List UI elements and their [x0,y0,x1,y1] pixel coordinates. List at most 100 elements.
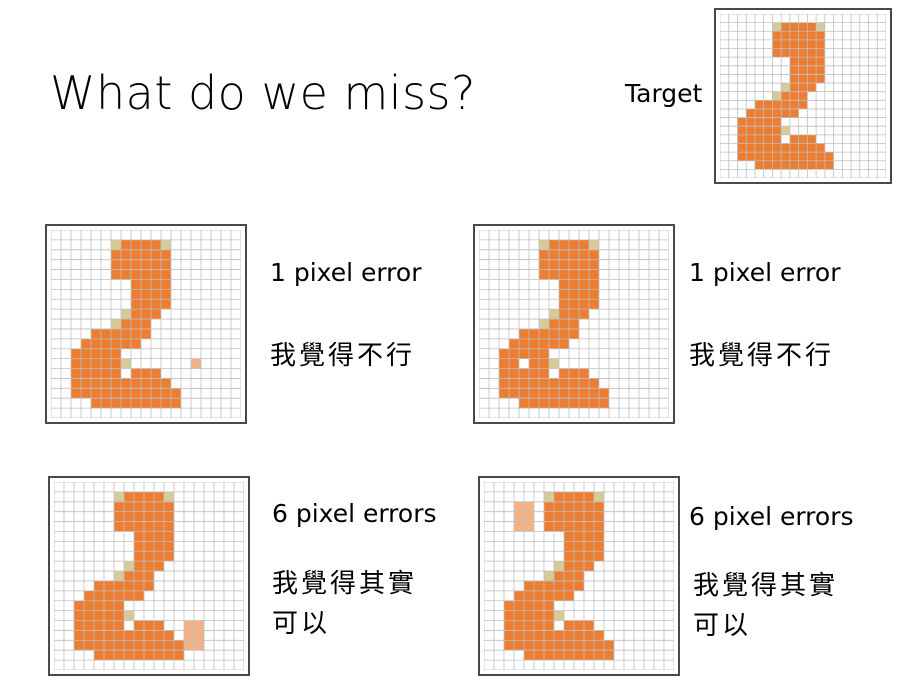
empty-pixel [529,309,539,320]
error-pixel [194,620,204,631]
empty-pixel [649,289,659,300]
digit-pixel [594,521,604,532]
digit-pixel [141,398,151,409]
empty-pixel [859,57,869,66]
digit-pixel [807,83,817,92]
empty-pixel [763,57,773,66]
digit-pixel [104,640,114,651]
empty-pixel [484,491,494,502]
empty-pixel [74,501,84,512]
empty-pixel [579,348,589,359]
empty-pixel [231,259,241,270]
empty-pixel [61,358,71,369]
digit-pixel [141,269,151,280]
digit-pixel [763,134,773,144]
empty-pixel [519,319,529,329]
digit-pixel [81,368,91,379]
empty-pixel [519,408,529,418]
digit-pixel [121,249,131,260]
empty-pixel [494,541,504,552]
empty-pixel [789,169,799,178]
empty-pixel [639,378,649,389]
empty-pixel [644,571,654,581]
edge-pixel [161,239,171,250]
empty-pixel [201,259,211,270]
empty-pixel [204,630,214,641]
empty-pixel [737,108,747,118]
empty-pixel [833,169,843,178]
empty-pixel [868,134,878,144]
digit-pixel [798,91,808,101]
empty-pixel [61,249,71,260]
empty-pixel [234,650,244,661]
empty-pixel [539,299,549,310]
empty-pixel [604,482,614,492]
empty-pixel [494,501,504,512]
empty-pixel [124,531,134,542]
empty-pixel [211,408,221,418]
digit-pixel [504,640,514,651]
digit-pixel [737,117,747,127]
empty-pixel [644,650,654,661]
empty-pixel [171,319,181,329]
empty-pixel [234,521,244,532]
empty-pixel [174,501,184,512]
digit-pixel [104,580,114,591]
empty-pixel [824,108,834,118]
empty-pixel [194,571,204,581]
empty-pixel [64,501,74,512]
empty-pixel [494,551,504,562]
digit-pixel [544,620,554,631]
empty-pixel [161,358,171,369]
digit-pixel [564,491,574,502]
empty-pixel [231,348,241,359]
empty-pixel [479,309,489,320]
digit-pixel [816,74,825,84]
digit-pixel [151,259,161,270]
edge-pixel [114,571,124,581]
empty-pixel [489,269,499,280]
digit-pixel [579,368,589,379]
digit-pixel [124,571,134,581]
empty-pixel [824,100,834,109]
empty-pixel [509,239,519,250]
digit-pixel [131,259,141,270]
empty-pixel [639,368,649,379]
digit-pixel [154,630,164,641]
empty-pixel [614,620,624,631]
empty-pixel [574,610,584,621]
empty-pixel [61,259,71,270]
empty-pixel [842,134,852,144]
empty-pixel [91,269,101,280]
empty-pixel [763,39,773,49]
empty-pixel [859,31,869,40]
empty-pixel [211,338,221,349]
empty-pixel [221,328,231,339]
digit-pixel [584,531,594,542]
empty-pixel [211,309,221,320]
empty-pixel [519,279,529,290]
digit-pixel [594,650,604,661]
digit-pixel [772,100,782,109]
empty-pixel [816,169,825,178]
digit-pixel [594,531,604,542]
digit-pixel [519,398,529,409]
empty-pixel [194,482,204,492]
empty-pixel [84,531,94,542]
digit-pixel [574,511,584,522]
empty-pixel [833,126,843,135]
empty-pixel [624,660,634,670]
digit-pixel [514,610,524,621]
empty-pixel [824,14,834,23]
empty-pixel [81,309,91,320]
empty-pixel [51,299,61,310]
empty-pixel [534,521,544,532]
empty-pixel [728,91,738,101]
digit-pixel [141,309,151,320]
empty-pixel [534,531,544,542]
empty-pixel [614,541,624,552]
edge-pixel [124,561,134,572]
digit-pixel [816,31,825,40]
digit-pixel [91,328,101,339]
empty-pixel [754,14,764,23]
